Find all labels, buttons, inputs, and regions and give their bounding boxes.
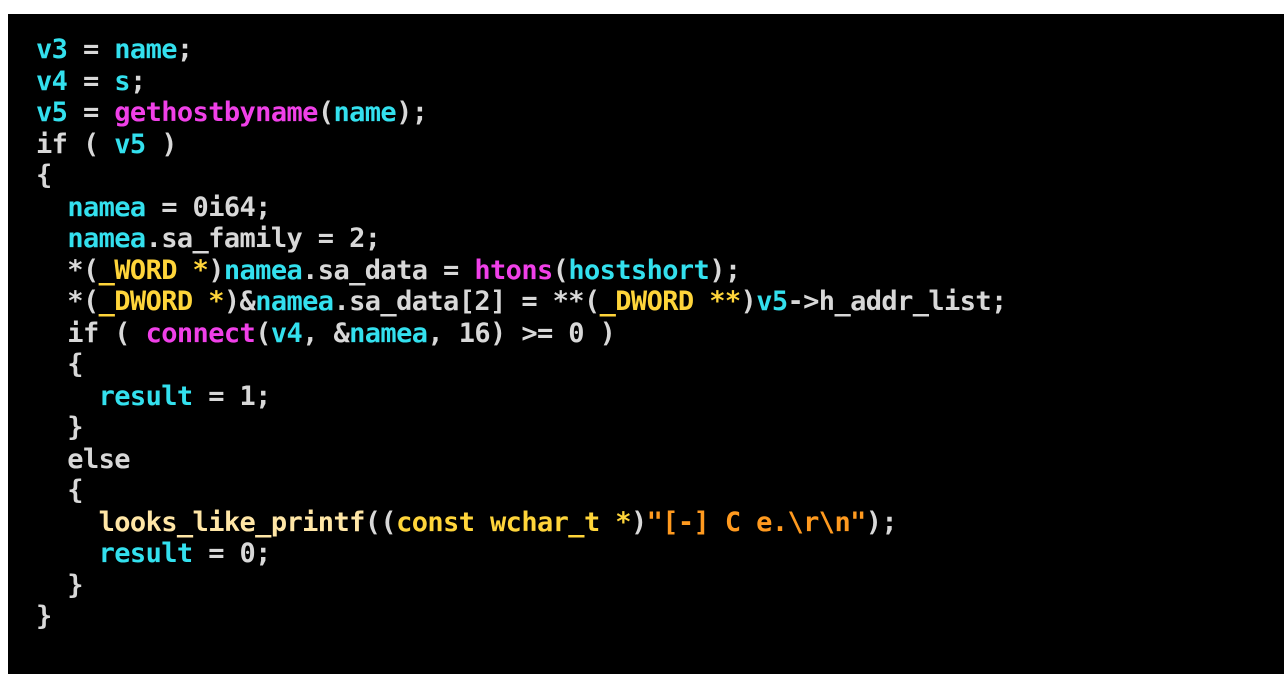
code-editor-pane: v3 = name; v4 = s; v5 = gethostbyname(name… — [8, 14, 1284, 674]
code-token: ; — [176, 34, 193, 65]
code-token: namea — [255, 286, 334, 317]
code-token: ); — [396, 97, 428, 128]
code-line: v3 = name; — [36, 34, 1007, 66]
code-token: = 1; — [192, 380, 271, 412]
code-token: } — [36, 569, 83, 601]
code-token: *( — [36, 254, 99, 286]
code-token: result — [98, 538, 194, 569]
code-token: result — [98, 380, 194, 412]
code-token: ; — [129, 65, 146, 97]
code-token: "[-] C e.\r\n" — [646, 506, 867, 538]
code-token: v3 — [36, 34, 68, 65]
code-token: .sa_family = 2; — [145, 223, 381, 254]
code-token: .sa_data[2] = **( — [333, 286, 600, 317]
code-line: *(_WORD *)namea.sa_data = htons(hostshor… — [36, 255, 1007, 287]
code-token: .sa_data = — [302, 254, 475, 286]
code-token: connect — [145, 317, 256, 349]
code-token: namea — [223, 254, 303, 286]
code-token: v5 — [114, 128, 146, 160]
code-token: if ( — [36, 128, 115, 160]
code-token: ); — [709, 254, 741, 286]
code-token: , 16) >= 0 ) — [427, 317, 616, 349]
code-token: { — [36, 475, 83, 506]
code-line: result = 0; — [36, 538, 1007, 570]
code-line: looks_like_printf((const wchar_t *)"[-] … — [36, 507, 1007, 539]
code-token: ) — [208, 254, 224, 286]
code-token: ( — [317, 97, 334, 128]
code-token: v5 — [36, 97, 68, 128]
code-token: { — [36, 349, 83, 380]
code-token: name — [333, 97, 397, 128]
code-token: ( — [552, 254, 569, 286]
code-token: ) — [145, 128, 177, 160]
code-line: result = 1; — [36, 381, 1007, 413]
code-token: ->h_addr_list; — [787, 286, 1008, 317]
code-line: else — [36, 444, 1007, 476]
code-token: = 0i64; — [145, 191, 271, 223]
code-token: s — [114, 65, 130, 97]
code-token: namea — [67, 191, 146, 223]
decompiled-code-view: v3 = name; v4 = s; v5 = gethostbyname(name… — [36, 34, 1007, 633]
code-line: { — [36, 475, 1007, 507]
code-line: v4 = s; — [36, 66, 1007, 98]
code-line: if ( connect(v4, &namea, 16) >= 0 ) — [36, 318, 1007, 350]
code-token: if ( — [36, 317, 146, 349]
code-token: = — [67, 34, 115, 65]
code-token: namea — [67, 223, 146, 254]
code-line: *(_DWORD *)&namea.sa_data[2] = **(_DWORD… — [36, 286, 1007, 318]
code-token: ( — [255, 317, 271, 349]
code-token: ) — [740, 286, 757, 317]
code-line: namea = 0i64; — [36, 192, 1007, 224]
code-line: } — [36, 570, 1007, 602]
code-token: = 0; — [192, 538, 271, 569]
code-token: _DWORD * — [98, 286, 225, 317]
code-line: namea.sa_family = 2; — [36, 223, 1007, 255]
code-token: _WORD * — [98, 254, 209, 286]
code-token: { — [36, 160, 52, 191]
code-token: namea — [349, 317, 428, 349]
code-token: v4 — [36, 65, 68, 97]
code-line: } — [36, 601, 1007, 633]
code-line: if ( v5 ) — [36, 129, 1007, 161]
code-token: , & — [302, 317, 350, 349]
code-token: } — [36, 412, 83, 443]
code-token: )& — [223, 286, 256, 317]
code-token: _DWORD ** — [599, 286, 742, 317]
code-token: const wchar_t * — [396, 506, 631, 538]
code-token: v5 — [756, 286, 788, 317]
code-token: } — [36, 601, 52, 632]
code-token: *( — [36, 286, 99, 317]
code-token: htons — [474, 254, 553, 286]
code-token: looks_like_printf — [98, 506, 366, 538]
code-token: name — [114, 34, 177, 65]
code-token: v4 — [270, 317, 303, 349]
code-token: gethostbyname — [114, 97, 318, 128]
code-line: } — [36, 412, 1007, 444]
code-token: hostshort — [568, 254, 710, 286]
code-line: v5 = gethostbyname(name); — [36, 97, 1007, 129]
code-token: = — [67, 97, 115, 128]
code-token: = — [67, 65, 115, 97]
code-token: ); — [865, 506, 898, 538]
code-token: ) — [630, 506, 647, 538]
code-token: else — [36, 443, 130, 475]
code-line: { — [36, 160, 1007, 192]
code-token: (( — [364, 506, 397, 538]
code-line: { — [36, 349, 1007, 381]
